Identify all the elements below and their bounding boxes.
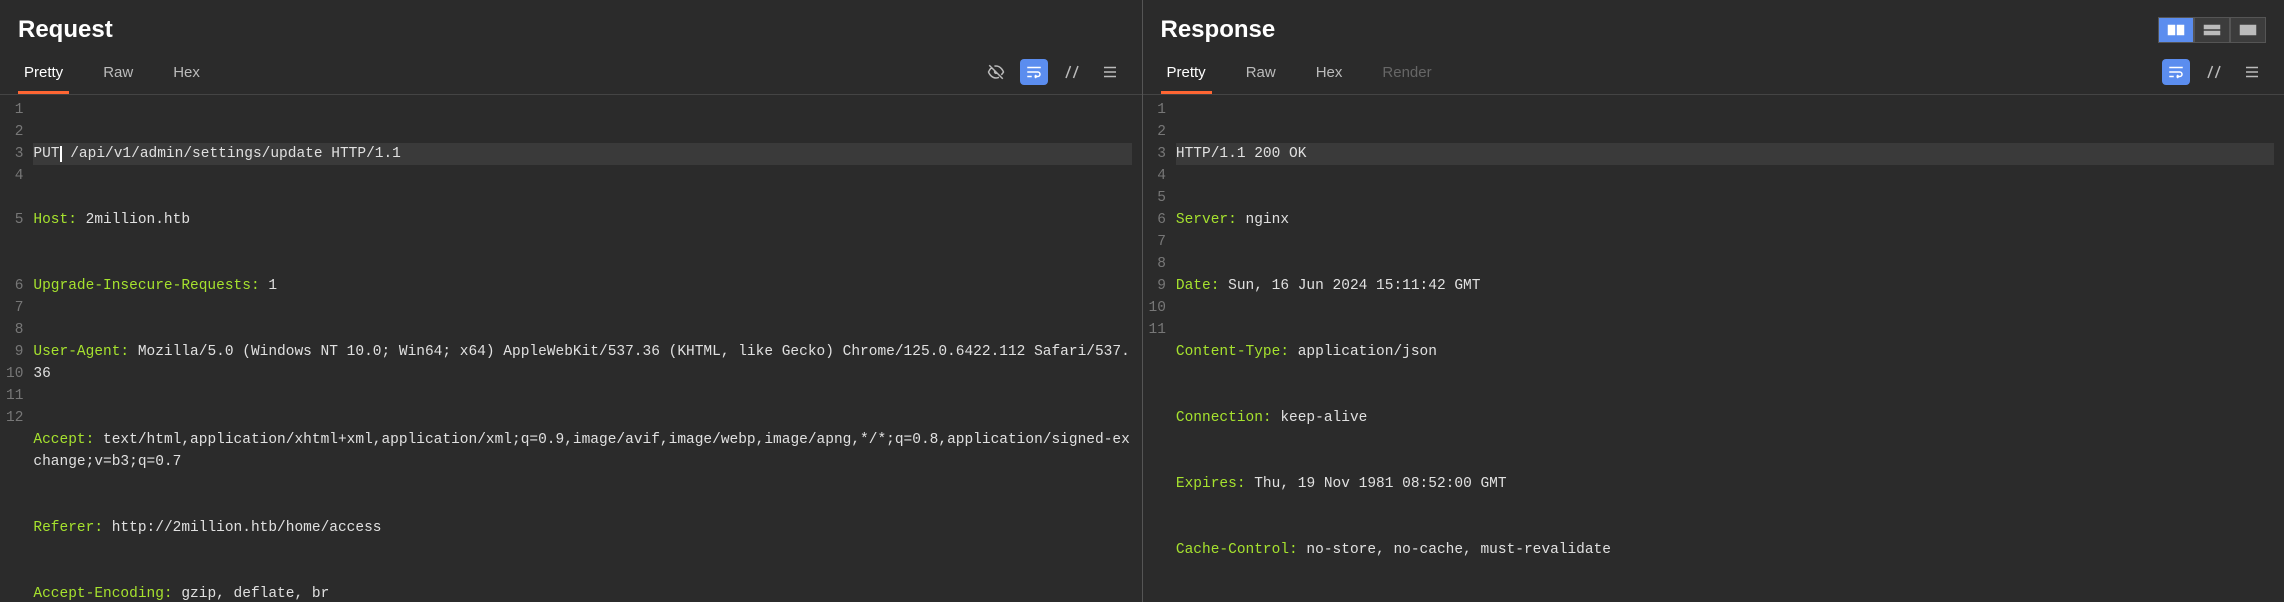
request-line-7[interactable]: Accept-Encoding: gzip, deflate, br xyxy=(33,583,1131,602)
tab-hex[interactable]: Hex xyxy=(1310,54,1349,94)
tab-render[interactable]: Render xyxy=(1376,54,1437,94)
request-title: Request xyxy=(18,8,113,48)
layout-single-button[interactable] xyxy=(2230,17,2266,43)
layout-side-by-side-button[interactable] xyxy=(2158,17,2194,43)
tab-pretty[interactable]: Pretty xyxy=(1161,54,1212,94)
tab-raw[interactable]: Raw xyxy=(97,54,139,94)
tab-raw[interactable]: Raw xyxy=(1240,54,1282,94)
request-line-5[interactable]: Accept: text/html,application/xhtml+xml,… xyxy=(33,429,1131,473)
request-line-4[interactable]: User-Agent: Mozilla/5.0 (Windows NT 10.0… xyxy=(33,341,1131,385)
wrap-lines-icon[interactable] xyxy=(2162,59,2190,85)
request-toolbar xyxy=(982,59,1124,89)
request-header: Request xyxy=(0,0,1142,48)
hamburger-menu-icon[interactable] xyxy=(2238,59,2266,85)
response-gutter: 1 2 3 4 5 6 7 8 9 10 11 xyxy=(1143,95,1176,602)
response-tabs-row: Pretty Raw Hex Render xyxy=(1143,54,2284,95)
request-line-1[interactable]: PUT /api/v1/admin/settings/update HTTP/1… xyxy=(33,143,1131,165)
request-editor[interactable]: 1 2 3 4 5 6 7 8 9 10 11 12 PUT /api/v1/a… xyxy=(0,95,1142,602)
response-tabs: Pretty Raw Hex Render xyxy=(1161,54,1438,94)
request-line-3[interactable]: Upgrade-Insecure-Requests: 1 xyxy=(33,275,1131,297)
show-nonprintables-icon[interactable] xyxy=(1058,59,1086,85)
response-line-3[interactable]: Date: Sun, 16 Jun 2024 15:11:42 GMT xyxy=(1176,275,2274,297)
response-header: Response xyxy=(1143,0,2284,48)
hamburger-menu-icon[interactable] xyxy=(1096,59,1124,85)
request-line-2[interactable]: Host: 2million.htb xyxy=(33,209,1131,231)
layout-stacked-button[interactable] xyxy=(2194,17,2230,43)
layout-toggle xyxy=(2158,17,2266,43)
request-tabs: Pretty Raw Hex xyxy=(18,54,206,94)
wrap-lines-icon[interactable] xyxy=(1020,59,1048,85)
tab-pretty[interactable]: Pretty xyxy=(18,54,69,94)
response-code[interactable]: HTTP/1.1 200 OK Server: nginx Date: Sun,… xyxy=(1176,95,2284,602)
response-title: Response xyxy=(1161,8,1276,48)
response-editor[interactable]: 1 2 3 4 5 6 7 8 9 10 11 HTTP/1.1 200 OK … xyxy=(1143,95,2284,602)
response-line-6[interactable]: Expires: Thu, 19 Nov 1981 08:52:00 GMT xyxy=(1176,473,2274,495)
tab-hex[interactable]: Hex xyxy=(167,54,206,94)
visibility-off-icon[interactable] xyxy=(982,59,1010,85)
response-line-2[interactable]: Server: nginx xyxy=(1176,209,2274,231)
request-tabs-row: Pretty Raw Hex xyxy=(0,54,1142,95)
app-root: Request Pretty Raw Hex xyxy=(0,0,2284,602)
request-code[interactable]: PUT /api/v1/admin/settings/update HTTP/1… xyxy=(33,95,1141,602)
request-line-6[interactable]: Referer: http://2million.htb/home/access xyxy=(33,517,1131,539)
response-line-7[interactable]: Cache-Control: no-store, no-cache, must-… xyxy=(1176,539,2274,561)
request-gutter: 1 2 3 4 5 6 7 8 9 10 11 12 xyxy=(0,95,33,602)
response-line-1[interactable]: HTTP/1.1 200 OK xyxy=(1176,143,2274,165)
response-pane: Response Pretty Raw Hex Render xyxy=(1143,0,2284,602)
show-nonprintables-icon[interactable] xyxy=(2200,59,2228,85)
response-toolbar xyxy=(2162,59,2266,89)
response-line-5[interactable]: Connection: keep-alive xyxy=(1176,407,2274,429)
response-line-4[interactable]: Content-Type: application/json xyxy=(1176,341,2274,363)
request-pane: Request Pretty Raw Hex xyxy=(0,0,1143,602)
